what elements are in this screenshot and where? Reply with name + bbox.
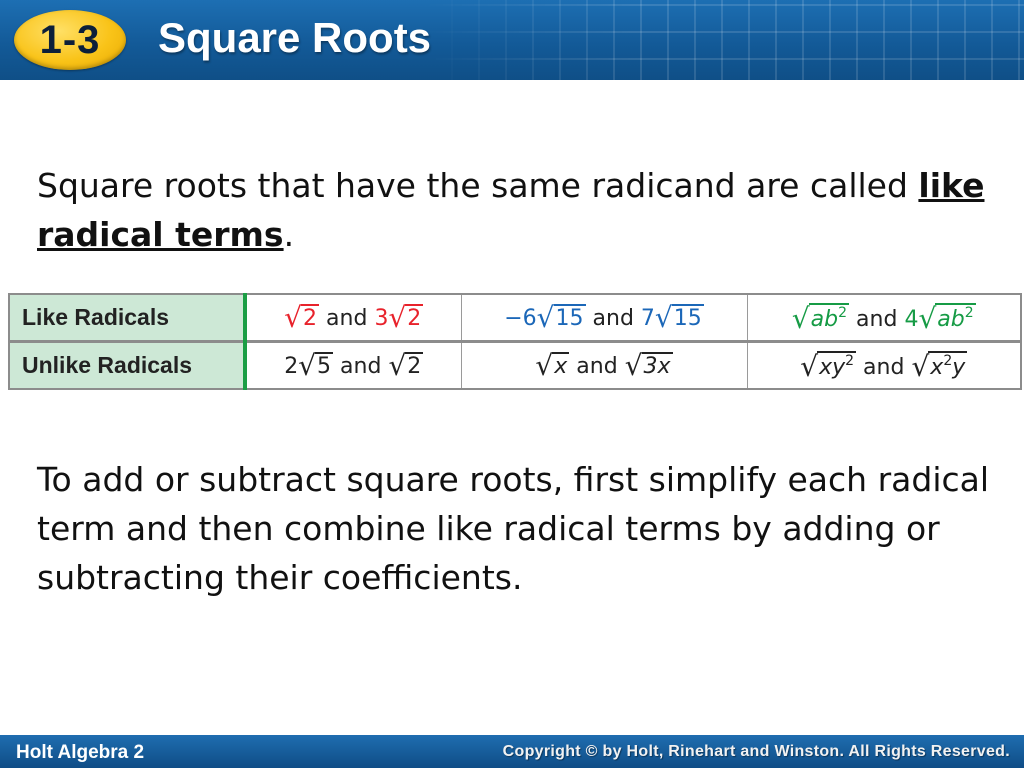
radical-sign-icon: √ xyxy=(536,300,555,334)
radical-term: √3x xyxy=(624,348,673,382)
radical-term: √ab2 xyxy=(791,301,850,335)
intro-period: . xyxy=(283,215,295,254)
example-cell: −6√15 and 7√15 xyxy=(460,294,747,343)
joiner-text: and xyxy=(863,354,905,380)
joiner-text: and xyxy=(340,353,382,379)
joiner-text: and xyxy=(576,353,618,379)
radical-term: √2 xyxy=(284,300,320,334)
example-cell: √x and √3x xyxy=(460,341,747,389)
radical-sign-icon: √ xyxy=(298,348,317,382)
header-grid-pattern xyxy=(420,0,1024,80)
radicals-table: Like Radicals √2 and 3√2 −6√15 and 7√15 … xyxy=(8,293,1022,390)
radical-term: 4√ab2 xyxy=(904,301,976,335)
radical-sign-icon: √ xyxy=(388,300,407,334)
slide-title: Square Roots xyxy=(158,14,432,61)
intro-text: Square roots that have the same radicand… xyxy=(37,166,919,205)
radical-term: −6√15 xyxy=(504,300,586,334)
radical-term: √x2y xyxy=(911,349,968,383)
radical-term: √2 xyxy=(388,348,424,382)
body-paragraph: To add or subtract square roots, first s… xyxy=(37,460,990,597)
slide-header: 1-3 Square Roots xyxy=(0,0,1024,80)
radical-term: √x xyxy=(535,348,570,382)
radical-sign-icon: √ xyxy=(624,348,643,382)
radical-sign-icon: √ xyxy=(791,301,810,335)
joiner-text: and xyxy=(592,305,634,331)
radical-term: √xy2 xyxy=(800,349,857,383)
joiner-text: and xyxy=(326,305,368,331)
radical-term: 3√2 xyxy=(374,300,424,334)
radical-sign-icon: √ xyxy=(800,349,819,383)
footer-book-title: Holt Algebra 2 xyxy=(16,742,145,763)
radical-sign-icon: √ xyxy=(284,300,303,334)
row-label: Like Radicals xyxy=(9,294,247,343)
footer-copyright: Copyright © by Holt, Rinehart and Winsto… xyxy=(502,743,1010,760)
joiner-text: and xyxy=(856,306,898,332)
lesson-number-badge: 1-3 xyxy=(14,10,126,70)
table-row-like-radicals: Like Radicals √2 and 3√2 −6√15 and 7√15 … xyxy=(9,294,1021,343)
example-cell: √xy2 and √x2y xyxy=(746,341,1021,389)
table-row-unlike-radicals: Unlike Radicals 2√5 and √2 √x and √3x √x… xyxy=(9,341,1021,390)
radical-sign-icon: √ xyxy=(918,301,937,335)
slide-footer: Holt Algebra 2 Copyright © by Holt, Rine… xyxy=(0,735,1024,768)
radical-sign-icon: √ xyxy=(388,348,407,382)
intro-paragraph: Square roots that have the same radicand… xyxy=(37,161,997,259)
example-cell: √2 and 3√2 xyxy=(245,294,461,343)
example-cell: √ab2 and 4√ab2 xyxy=(746,294,1021,343)
example-cell: 2√5 and √2 xyxy=(245,342,461,390)
radical-term: 7√15 xyxy=(640,300,704,334)
radical-sign-icon: √ xyxy=(535,348,554,382)
radical-term: 2√5 xyxy=(284,348,334,382)
radical-sign-icon: √ xyxy=(911,349,930,383)
row-label: Unlike Radicals xyxy=(9,341,247,389)
radical-sign-icon: √ xyxy=(654,300,673,334)
